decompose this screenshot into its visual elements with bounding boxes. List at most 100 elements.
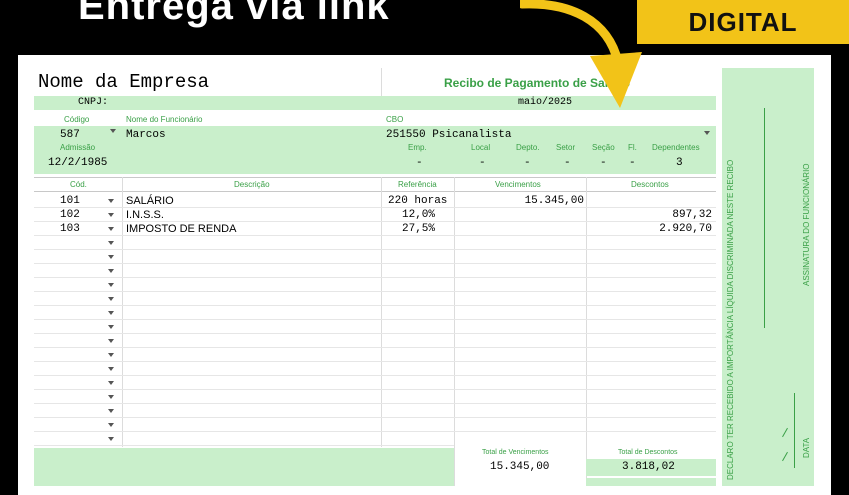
row-gridline [34, 207, 716, 208]
row-dropdown-icon[interactable] [108, 297, 114, 301]
table-row[interactable]: 103 IMPOSTO DE RENDA 27,5% 2.920,70 [34, 222, 716, 236]
row-deductions: 2.920,70 [659, 223, 712, 235]
row-gridline [34, 347, 716, 348]
fl-label: Fl. [628, 143, 637, 152]
row-code: 101 [60, 195, 80, 207]
row-gridline [34, 305, 716, 306]
col-referencia: Referência [398, 180, 437, 189]
row-dropdown-icon[interactable] [108, 255, 114, 259]
col-descontos: Descontos [631, 180, 669, 189]
date-line [794, 393, 795, 468]
dependentes-label: Dependentes [652, 143, 700, 152]
emp-label: Emp. [408, 143, 427, 152]
row-dropdown-icon[interactable] [108, 199, 114, 203]
row-dropdown-icon[interactable] [108, 353, 114, 357]
employee-code: 587 [60, 129, 80, 141]
net-cell [586, 478, 716, 486]
row-code: 103 [60, 223, 80, 235]
row-deductions: 897,32 [672, 209, 712, 221]
row-code: 102 [60, 209, 80, 221]
row-gridline [34, 221, 716, 222]
row-dropdown-icon[interactable] [108, 381, 114, 385]
row-dropdown-icon[interactable] [108, 437, 114, 441]
employee-cbo: 251550 Psicanalista [386, 129, 512, 141]
row-dropdown-icon[interactable] [108, 283, 114, 287]
payslip-sheet: Nome da Empresa Recibo de Pagamento de S… [34, 68, 716, 486]
digital-badge: DIGITAL [637, 0, 849, 44]
row-gridline [34, 431, 716, 432]
codigo-label: Código [64, 115, 90, 124]
col-vencimentos: Vencimentos [495, 180, 541, 189]
total-deductions: 3.818,02 [622, 461, 675, 473]
row-dropdown-icon[interactable] [108, 311, 114, 315]
date-slash [782, 451, 788, 462]
depto-label: Depto. [516, 143, 540, 152]
local-value: - [479, 157, 486, 169]
company-name: Nome da Empresa [38, 71, 210, 93]
row-gridline [34, 333, 716, 334]
row-description: I.N.S.S. [126, 209, 164, 221]
admissao-label: Admissão [60, 143, 96, 152]
dependentes-value: 3 [676, 157, 683, 169]
row-dropdown-icon[interactable] [108, 269, 114, 273]
row-earnings: 15.345,00 [524, 195, 584, 207]
row-gridline [34, 445, 454, 446]
row-dropdown-icon[interactable] [108, 339, 114, 343]
row-dropdown-icon[interactable] [108, 213, 114, 217]
secao-label: Seção [592, 143, 615, 152]
row-reference: 12,0% [402, 209, 436, 221]
row-gridline [34, 389, 716, 390]
cbo-label: CBO [386, 115, 404, 124]
row-gridline [34, 375, 716, 376]
banner-title: Entrega via link [78, 0, 390, 28]
arrow-icon [520, 0, 642, 108]
declaration-text: DECLARO TER RECEBIDO A IMPORTÂNCIA LÍQUI… [726, 159, 735, 480]
row-dropdown-icon[interactable] [108, 423, 114, 427]
employee-block: 587 Marcos 251550 Psicanalista Admissão … [34, 126, 716, 174]
date-label: DATA [802, 437, 811, 458]
row-description: SALÁRIO [126, 195, 174, 207]
secao-value: - [600, 157, 607, 169]
date-slash [782, 427, 788, 438]
signature-label: ASSINATURA DO FUNCIONÁRIO [802, 163, 811, 286]
row-gridline [34, 417, 716, 418]
row-dropdown-icon[interactable] [108, 409, 114, 413]
row-dropdown-icon[interactable] [108, 227, 114, 231]
signature-line [764, 108, 765, 328]
admission-date: 12/2/1985 [48, 157, 108, 169]
employee-name: Marcos [126, 129, 166, 141]
signature-strip: DECLARO TER RECEBIDO A IMPORTÂNCIA LÍQUI… [722, 68, 814, 486]
row-reference: 27,5% [402, 223, 436, 235]
row-dropdown-icon[interactable] [108, 241, 114, 245]
row-gridline [34, 403, 716, 404]
depto-value: - [524, 157, 531, 169]
row-dropdown-icon[interactable] [108, 395, 114, 399]
row-gridline [34, 291, 716, 292]
row-description: IMPOSTO DE RENDA [126, 223, 237, 235]
table-row[interactable]: 102 I.N.S.S. 12,0% 897,32 [34, 208, 716, 222]
row-gridline [34, 263, 716, 264]
nome-label: Nome do Funcionário [126, 115, 203, 124]
col-cod: Cód. [70, 180, 87, 189]
local-label: Local [471, 143, 491, 152]
total-deductions-label: Total de Descontos [618, 449, 678, 456]
row-gridline [34, 249, 716, 250]
setor-value: - [564, 157, 571, 169]
total-earnings: 15.345,00 [490, 461, 550, 473]
row-gridline [34, 235, 716, 236]
row-gridline [34, 277, 716, 278]
table-row[interactable]: 101 SALÁRIO 220 horas 15.345,00 [34, 194, 716, 208]
col-descricao: Descrição [234, 180, 270, 189]
row-gridline [34, 319, 716, 320]
setor-label: Setor [556, 143, 576, 152]
row-gridline [34, 361, 716, 362]
cbo-dropdown-icon[interactable] [704, 131, 710, 135]
code-dropdown-icon[interactable] [110, 129, 116, 133]
fl-value: - [629, 157, 636, 169]
cnpj-label: CNPJ: [78, 97, 109, 108]
row-dropdown-icon[interactable] [108, 325, 114, 329]
emp-value: - [416, 157, 423, 169]
row-reference: 220 horas [388, 195, 448, 207]
row-dropdown-icon[interactable] [108, 367, 114, 371]
total-earnings-label: Total de Vencimentos [482, 449, 549, 456]
